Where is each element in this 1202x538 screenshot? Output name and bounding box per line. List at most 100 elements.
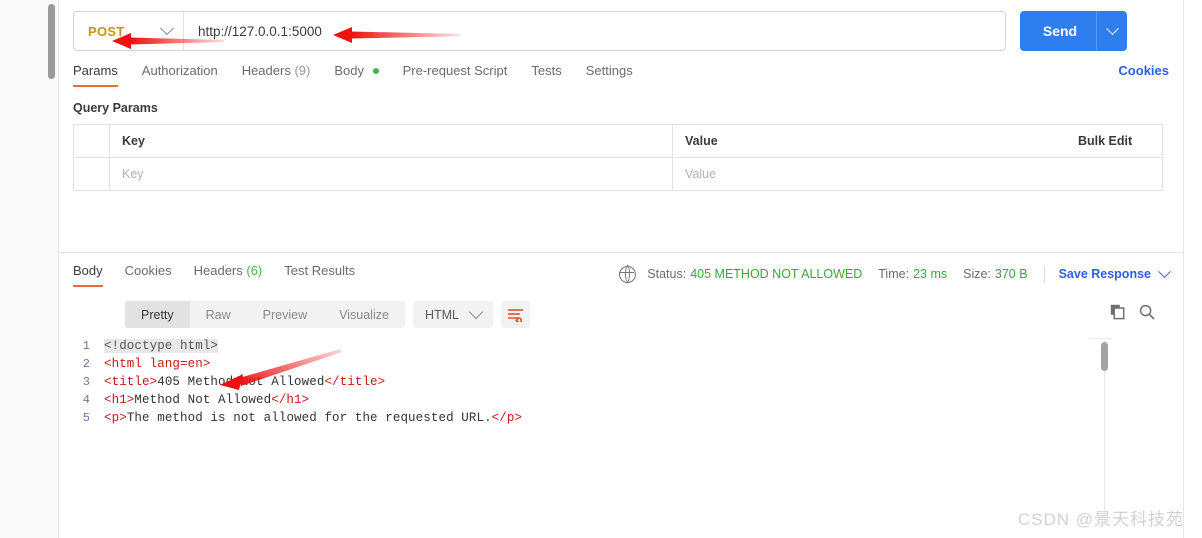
format-tab-label: Visualize	[339, 307, 389, 322]
code-line-text: <!doctype html>	[104, 339, 219, 353]
tab-label: Test Results	[284, 263, 356, 278]
format-tab-pretty[interactable]: Pretty	[125, 301, 190, 328]
size-label: Size:	[963, 267, 991, 281]
code-line-text: <p>The method is not allowed for the req…	[104, 411, 522, 425]
tab-tests[interactable]: Tests	[531, 63, 561, 85]
time-label: Time:	[878, 267, 910, 281]
search-in-response-button[interactable]	[1139, 304, 1155, 323]
tab-headers[interactable]: Headers (9)	[242, 63, 311, 85]
line-number: 5	[82, 411, 90, 425]
line-number: 2	[82, 357, 90, 371]
tab-label: Body	[334, 63, 364, 78]
row-checkbox-cell[interactable]	[74, 158, 110, 190]
chevron-down-icon	[159, 21, 175, 36]
divider	[1043, 265, 1045, 283]
wrap-lines-button[interactable]	[500, 301, 530, 328]
response-tab-body[interactable]: Body	[73, 263, 103, 287]
code-line-text: <title>405 Method Not Allowed</title>	[104, 375, 385, 389]
code-token: </title>	[324, 375, 386, 389]
code-token: </h1>	[271, 393, 310, 407]
sidebar-scrollbar[interactable]	[48, 4, 55, 79]
tab-label: Authorization	[141, 63, 218, 78]
row-value-cell[interactable]: Value	[673, 158, 1072, 190]
copy-to-clipboard-button[interactable]	[1110, 304, 1126, 323]
cookies-link[interactable]: Cookies	[1118, 63, 1169, 78]
code-token: <p>	[104, 411, 127, 425]
code-line: 5 <p>The method is not allowed for the re…	[59, 409, 1169, 427]
tab-label: Params	[73, 63, 118, 78]
response-status-strip: Status: 405 METHOD NOT ALLOWED Time: 23 …	[618, 264, 1171, 284]
header-checkbox-cell	[74, 125, 110, 157]
table-header-row: Key Value Bulk Edit	[74, 125, 1162, 158]
globe-icon	[618, 265, 637, 283]
format-tab-preview[interactable]: Preview	[247, 301, 323, 328]
status-badge: 405 METHOD NOT ALLOWED	[690, 267, 863, 281]
request-tabs: Params Authorization Headers (9) Body Pr…	[73, 63, 1169, 91]
response-tabs: Body Cookies Headers (6) Test Results	[73, 263, 377, 287]
tab-authorization[interactable]: Authorization	[142, 63, 218, 85]
tab-label: Headers	[193, 263, 243, 278]
response-tab-test-results[interactable]: Test Results	[284, 263, 355, 285]
table-row: Key Value	[74, 158, 1162, 190]
watermark: CSDN @景天科技苑	[1017, 510, 1184, 529]
column-header-value: Value	[685, 134, 718, 148]
tab-label: Body	[73, 263, 103, 278]
copy-icon	[1110, 304, 1125, 320]
query-params-title: Query Params	[73, 101, 158, 115]
tab-count: (6)	[246, 263, 263, 278]
http-method-label: POST	[88, 23, 125, 39]
tab-body[interactable]: Body	[334, 63, 379, 85]
bulk-edit-button[interactable]: Bulk Edit	[1078, 134, 1132, 148]
format-tab-visualize[interactable]: Visualize	[323, 301, 405, 328]
chevron-down-icon	[1158, 264, 1171, 278]
format-tab-label: Raw	[205, 307, 231, 322]
tab-label: Tests	[531, 63, 562, 78]
response-body-code-viewer[interactable]: 1 <!doctype html> 2 <html lang=en> 3 <title>4…	[59, 337, 1169, 527]
header-value-cell: Value	[673, 125, 1072, 157]
search-icon	[1139, 304, 1155, 320]
save-response-button[interactable]: Save Response	[1059, 264, 1171, 281]
column-header-key: Key	[122, 134, 145, 148]
url-bar: POST	[73, 11, 1006, 51]
url-input[interactable]	[184, 12, 1005, 50]
status-label: Status:	[647, 267, 687, 281]
row-key-cell[interactable]: Key	[110, 158, 673, 190]
format-tab-raw[interactable]: Raw	[190, 301, 247, 328]
language-label: HTML	[424, 307, 459, 322]
code-line: 3 <title>405 Method Not Allowed</title>	[59, 373, 1169, 391]
tab-settings[interactable]: Settings	[586, 63, 633, 85]
code-line: 1 <!doctype html>	[59, 337, 1169, 355]
row-bulk-cell	[1072, 158, 1162, 190]
send-dropdown-button[interactable]	[1096, 11, 1127, 51]
query-params-table: Key Value Bulk Edit Key Value	[73, 124, 1163, 191]
code-token: =en>	[180, 357, 211, 371]
tab-label: Headers	[241, 63, 291, 78]
http-method-selector[interactable]: POST	[74, 12, 184, 50]
code-token: The method is not allowed for the reques…	[126, 411, 492, 425]
tab-count: (9)	[294, 63, 311, 78]
tab-pre-request-script[interactable]: Pre-request Script	[403, 63, 508, 85]
response-tab-cookies[interactable]: Cookies	[125, 263, 172, 285]
code-token: lang	[149, 357, 181, 371]
line-number: 4	[82, 393, 90, 407]
code-token: </p>	[491, 411, 523, 425]
tab-params[interactable]: Params	[73, 63, 118, 87]
wrap-lines-icon	[507, 309, 523, 322]
code-token: <h1>	[104, 393, 135, 407]
response-tab-headers[interactable]: Headers (6)	[194, 263, 263, 285]
left-rail	[0, 0, 59, 538]
header-key-cell: Key	[110, 125, 673, 157]
value-input-placeholder: Value	[685, 167, 717, 181]
chevron-down-icon	[468, 304, 484, 319]
code-line: 4 <h1>Method Not Allowed</h1>	[59, 391, 1169, 409]
url-row: POST Send	[73, 11, 1169, 53]
language-selector[interactable]: HTML	[412, 301, 493, 328]
code-line-text: <html lang=en>	[104, 357, 210, 371]
pane-divider[interactable]	[59, 252, 1183, 253]
time-value: 23 ms	[913, 267, 948, 281]
code-token: <!doctype html>	[104, 339, 219, 353]
send-button[interactable]: Send	[1020, 11, 1127, 51]
body-modified-dot-icon	[372, 68, 379, 74]
code-scrollbar-thumb[interactable]	[1101, 342, 1108, 371]
header-bulk-edit-cell: Bulk Edit	[1072, 125, 1162, 157]
